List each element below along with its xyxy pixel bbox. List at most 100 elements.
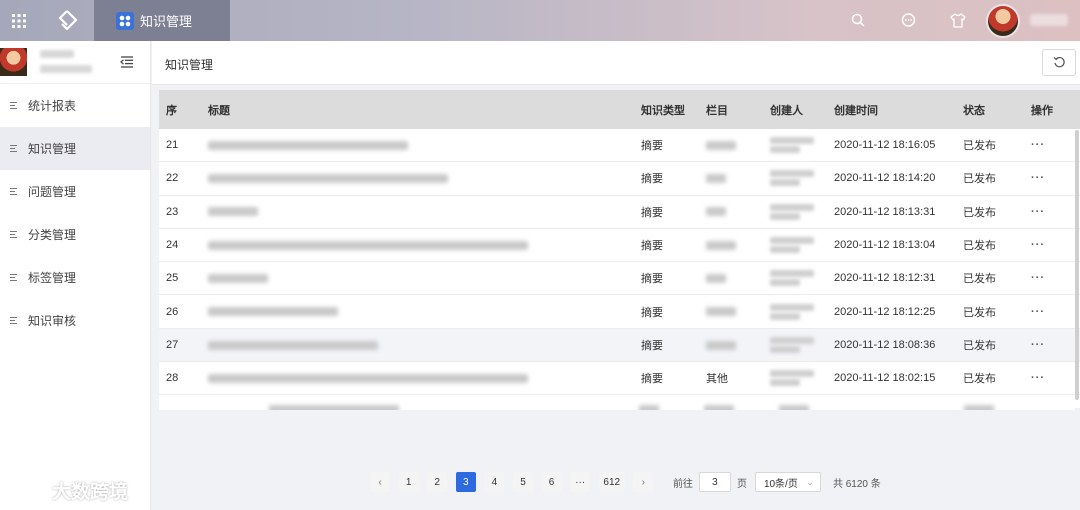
more-actions-icon[interactable]: ··· <box>1024 272 1080 284</box>
cell-column <box>699 272 763 284</box>
cell-seq: 23 <box>166 205 179 218</box>
prev-page-button[interactable]: ‹ <box>370 472 390 492</box>
goto-page-input[interactable]: 3 <box>698 472 731 492</box>
cell-status: 已发布 <box>963 373 996 386</box>
cell-status: 已发布 <box>963 173 996 186</box>
table-row[interactable]: 21 摘要 2020-11-12 18:16:05 已发布 ··· <box>159 129 1080 163</box>
cell-title-blurred[interactable] <box>201 306 634 318</box>
page-button[interactable]: 612 <box>598 472 625 492</box>
sidebar-avatar <box>0 48 27 76</box>
chevron-down-icon: ⌄ <box>806 477 814 487</box>
cell-creator-blurred <box>763 168 827 188</box>
cell-title-blurred[interactable] <box>201 339 634 351</box>
table-row[interactable]: 28 摘要 其他 2020-11-12 18:02:15 已发布 ··· <box>159 362 1080 396</box>
cell-title-blurred[interactable] <box>201 272 634 284</box>
cell-seq: 26 <box>166 305 179 318</box>
page-button[interactable]: 1 <box>398 472 419 492</box>
apps-grid-icon[interactable] <box>0 0 38 41</box>
cell-seq: 22 <box>166 172 179 185</box>
cell-creator-blurred <box>763 368 827 388</box>
cell-type: 摘要 <box>641 306 663 319</box>
cell-title-blurred[interactable] <box>201 372 634 384</box>
sidebar-user <box>0 41 150 84</box>
cell-seq: 24 <box>166 239 179 252</box>
cell-status: 已发布 <box>963 273 996 286</box>
cell-status: 已发布 <box>963 339 996 352</box>
more-actions-icon[interactable]: ··· <box>1024 239 1080 251</box>
cell-title-blurred[interactable] <box>201 172 634 184</box>
cell-column <box>699 139 763 151</box>
app-logo-icon[interactable] <box>52 6 82 34</box>
next-page-button[interactable]: › <box>633 472 654 492</box>
col-header-type: 知识类型 <box>641 104 685 117</box>
cell-creator-blurred <box>763 268 827 288</box>
more-actions-icon[interactable]: ··· <box>1024 206 1080 218</box>
cell-seq: 28 <box>166 372 179 385</box>
cell-time: 2020-11-12 18:16:05 <box>834 139 936 152</box>
table-header: 序 标题 知识类型 栏目 创建人 创建时间 状态 操作 <box>159 90 1080 129</box>
cell-status: 已发布 <box>963 240 996 253</box>
menu-lines-icon <box>10 317 20 324</box>
col-header-seq: 序 <box>166 104 177 117</box>
menu-lines-icon <box>10 188 20 195</box>
cell-time: 2020-11-12 18:08:36 <box>834 338 936 351</box>
more-actions-icon[interactable]: ··· <box>1024 172 1080 184</box>
table-row[interactable]: 26 摘要 2020-11-12 18:12:25 已发布 ··· <box>159 295 1080 329</box>
tshirt-icon[interactable] <box>947 9 969 31</box>
cell-type: 摘要 <box>641 339 663 352</box>
sidebar-item-categories[interactable]: 分类管理 <box>0 213 150 256</box>
cell-type: 摘要 <box>641 173 663 186</box>
table-row[interactable]: 25 摘要 2020-11-12 18:12:31 已发布 ··· <box>159 262 1080 296</box>
cell-title-blurred[interactable] <box>201 206 634 218</box>
page-button[interactable]: 6 <box>541 472 562 492</box>
watermark: 大数跨境 <box>8 477 128 504</box>
table-row[interactable]: 23 摘要 2020-11-12 18:13:31 已发布 ··· <box>159 196 1080 229</box>
table-row[interactable]: 27 摘要 2020-11-12 18:08:36 已发布 ··· <box>159 328 1080 363</box>
cell-time: 2020-11-12 18:13:04 <box>834 239 936 252</box>
sidebar-item-statistics[interactable]: 统计报表 <box>0 84 150 127</box>
page-ellipsis[interactable]: ··· <box>570 472 591 492</box>
col-header-op: 操作 <box>1031 104 1053 117</box>
cell-time: 2020-11-12 18:13:31 <box>834 205 936 218</box>
more-actions-icon[interactable]: ··· <box>1024 339 1080 351</box>
more-actions-icon[interactable]: ··· <box>1024 372 1080 384</box>
sidebar-item-questions[interactable]: 问题管理 <box>0 170 150 213</box>
main-header: 知识管理 <box>152 41 1080 85</box>
top-bar: 知识管理 <box>0 0 1080 41</box>
tab-knowledge-management[interactable]: 知识管理 <box>94 0 230 41</box>
table-row[interactable]: 22 摘要 2020-11-12 18:14:20 已发布 ··· <box>159 162 1080 196</box>
search-icon[interactable] <box>847 9 869 31</box>
page-size-value: 10条/页 <box>763 478 798 490</box>
cell-status: 已发布 <box>963 140 996 153</box>
page-title: 知识管理 <box>165 58 214 72</box>
partial-table-row <box>159 400 1075 410</box>
refresh-button[interactable] <box>1042 49 1076 76</box>
cell-title-blurred[interactable] <box>201 239 634 251</box>
page-button[interactable]: 4 <box>484 472 505 492</box>
page-button[interactable]: 5 <box>512 472 533 492</box>
sidebar-item-tags[interactable]: 标签管理 <box>0 256 150 299</box>
cell-time: 2020-11-12 18:14:20 <box>834 172 936 185</box>
user-avatar[interactable] <box>986 4 1020 38</box>
more-actions-icon[interactable]: ··· <box>1024 139 1080 151</box>
table-row[interactable]: 24 摘要 2020-11-12 18:13:04 已发布 ··· <box>159 229 1080 263</box>
cell-type: 摘要 <box>641 140 663 153</box>
knowledge-app-icon <box>116 11 134 30</box>
cell-status: 已发布 <box>963 306 996 319</box>
sidebar-item-knowledge[interactable]: 知识管理 <box>0 127 150 170</box>
more-actions-icon[interactable]: ··· <box>1024 306 1080 318</box>
sidebar-item-review[interactable]: 知识审核 <box>0 299 150 342</box>
cell-creator-blurred <box>763 335 827 355</box>
cell-column <box>699 339 763 351</box>
username-blurred[interactable] <box>1030 14 1068 26</box>
page-button[interactable]: 2 <box>427 472 448 492</box>
sidebar: 统计报表 知识管理 问题管理 分类管理 标签管理 知识审核 <box>0 41 151 510</box>
table-scrollbar[interactable] <box>1075 130 1079 400</box>
menu-lines-icon <box>10 274 20 281</box>
collapse-menu-icon[interactable] <box>119 54 135 70</box>
sidebar-item-label: 问题管理 <box>28 185 77 199</box>
message-icon[interactable] <box>897 9 919 31</box>
page-button[interactable]: 3 <box>455 472 476 492</box>
page-size-select[interactable]: 10条/页 ⌄ <box>754 472 821 492</box>
cell-title-blurred[interactable] <box>201 139 634 151</box>
